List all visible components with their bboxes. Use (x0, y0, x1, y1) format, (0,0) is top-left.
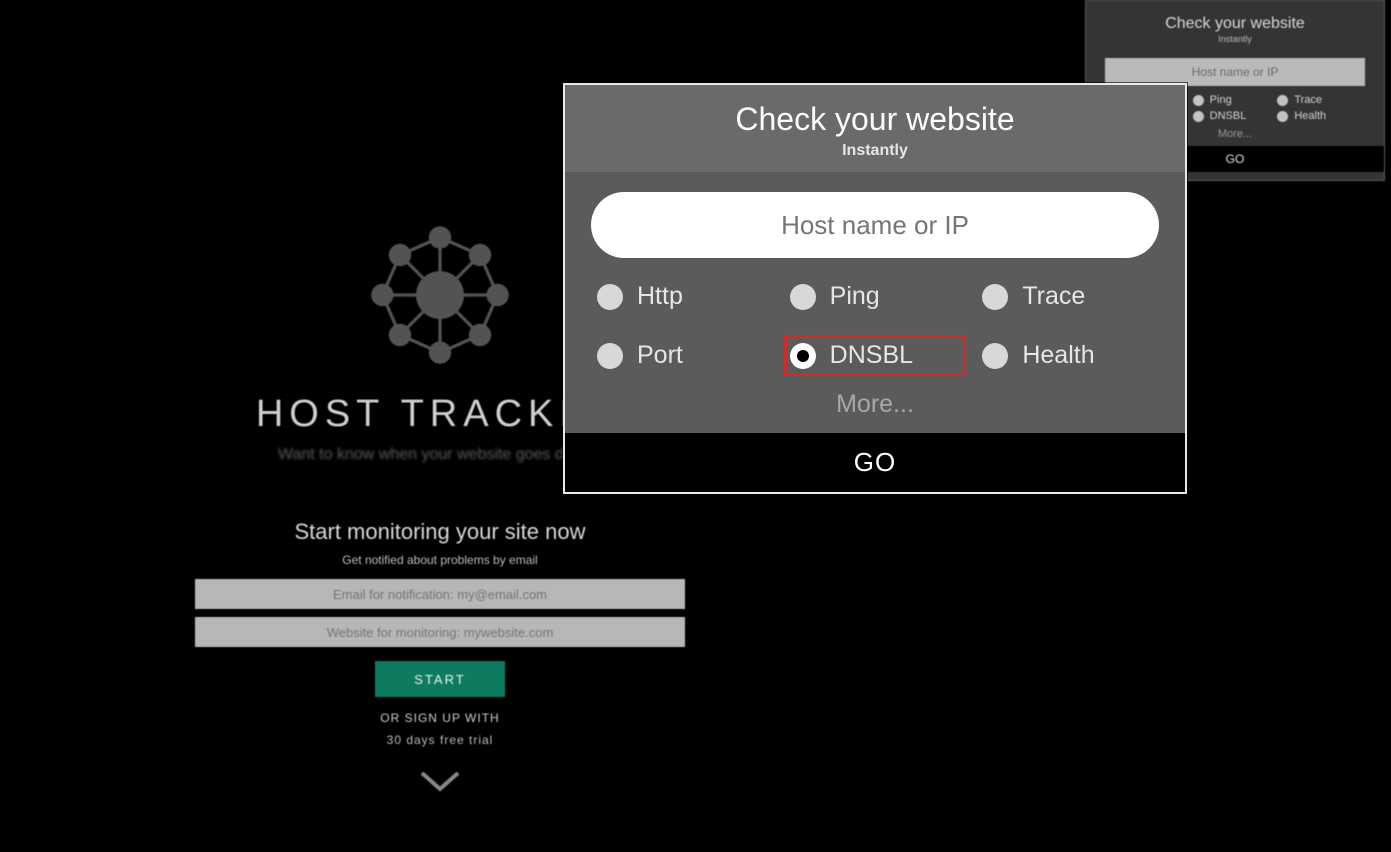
small-option-dnsbl[interactable]: DNSBL (1193, 110, 1278, 122)
small-host-input[interactable] (1105, 58, 1365, 86)
small-panel-title: Check your website (1086, 15, 1384, 33)
start-button[interactable]: START (375, 661, 505, 697)
radio-icon (1277, 95, 1288, 106)
radio-icon (982, 343, 1008, 369)
host-input[interactable] (591, 192, 1159, 258)
radio-icon (1277, 111, 1288, 122)
small-panel-subtitle: Instantly (1086, 34, 1384, 44)
check-website-modal: Check your website Instantly Http Ping T… (563, 83, 1187, 494)
option-label: Port (637, 341, 683, 370)
radio-icon (597, 284, 623, 310)
option-label: Http (637, 282, 683, 311)
option-label: Health (1022, 341, 1094, 370)
more-link[interactable]: More... (591, 390, 1159, 419)
go-button[interactable]: GO (565, 433, 1185, 492)
monitoring-title: Start monitoring your site now (294, 519, 585, 545)
or-sign-up-label: OR SIGN UP WITH (380, 711, 499, 725)
radio-icon (982, 284, 1008, 310)
small-panel-header: Check your website Instantly (1086, 1, 1384, 48)
option-label: Trace (1022, 282, 1085, 311)
radio-icon (1193, 111, 1204, 122)
option-http[interactable]: Http (591, 276, 774, 317)
option-label: DNSBL (830, 341, 913, 370)
monitoring-subtext: Get notified about problems by email (342, 553, 537, 567)
radio-icon (597, 343, 623, 369)
check-type-options: Http Ping Trace Port DNSBL Health (591, 276, 1159, 376)
small-option-health[interactable]: Health (1277, 110, 1362, 122)
modal-body: Http Ping Trace Port DNSBL Health (565, 172, 1185, 433)
radio-icon (1193, 95, 1204, 106)
trial-label: 30 days free trial (387, 733, 494, 747)
email-field[interactable] (195, 579, 685, 609)
radio-icon (790, 343, 816, 369)
chevron-down-icon[interactable] (418, 769, 462, 795)
modal-title: Check your website (565, 101, 1185, 138)
brand-tagline: Want to know when your website goes down… (278, 446, 602, 464)
logo-icon (360, 215, 520, 375)
option-health[interactable]: Health (976, 335, 1159, 376)
option-port[interactable]: Port (591, 335, 774, 376)
modal-header: Check your website Instantly (565, 85, 1185, 172)
option-trace[interactable]: Trace (976, 276, 1159, 317)
website-field[interactable] (195, 617, 685, 647)
small-option-trace[interactable]: Trace (1277, 94, 1362, 106)
option-ping[interactable]: Ping (784, 276, 967, 317)
modal-subtitle: Instantly (565, 142, 1185, 160)
option-dnsbl[interactable]: DNSBL (784, 335, 967, 376)
radio-icon (790, 284, 816, 310)
small-option-ping[interactable]: Ping (1193, 94, 1278, 106)
option-label: Ping (830, 282, 880, 311)
